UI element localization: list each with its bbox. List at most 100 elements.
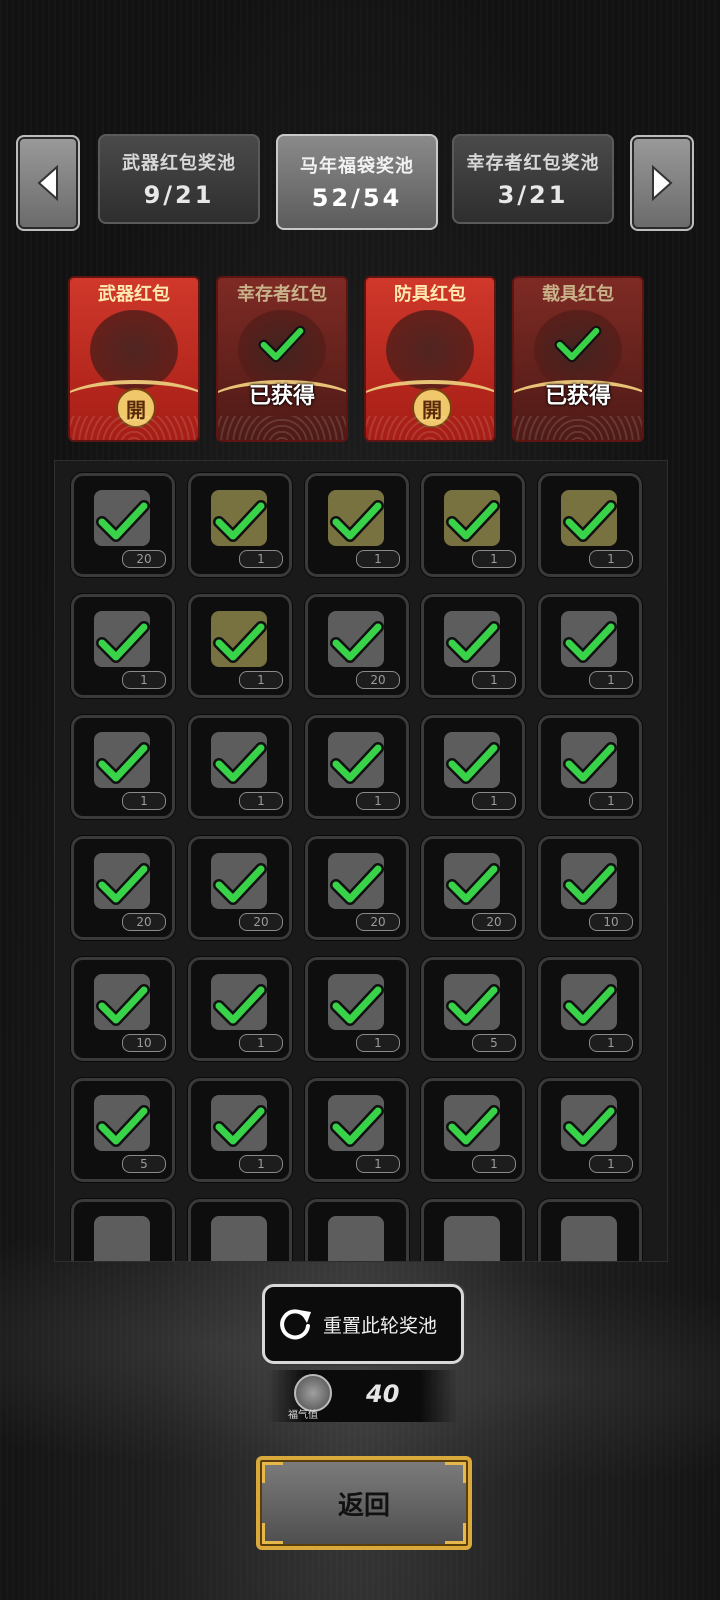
check-icon [213, 1105, 267, 1147]
item-quantity: 20 [356, 671, 400, 689]
reward-cell[interactable]: 20 [305, 594, 409, 698]
check-icon [330, 984, 384, 1026]
check-icon [330, 621, 384, 663]
prev-arrow-button[interactable] [16, 135, 80, 231]
reward-cell[interactable]: 1 [188, 473, 292, 577]
item-quantity: 1 [356, 792, 400, 810]
reward-cell[interactable]: 1 [188, 594, 292, 698]
check-icon [258, 325, 306, 363]
reward-cell[interactable] [305, 1199, 409, 1261]
item-quantity: 1 [589, 792, 633, 810]
item-quantity: 1 [472, 550, 516, 568]
reward-cell[interactable] [538, 1199, 642, 1261]
tab-horse-year-pool[interactable]: 马年福袋奖池 52/54 [276, 134, 438, 230]
check-icon [563, 1105, 617, 1147]
reward-cell[interactable]: 1 [305, 1078, 409, 1182]
reward-cell[interactable]: 20 [421, 836, 525, 940]
reward-cell[interactable]: 20 [71, 836, 175, 940]
reward-cell[interactable]: 20 [71, 473, 175, 577]
packet-armor[interactable]: 防具红包 開 [364, 276, 496, 442]
reward-grid[interactable]: 20 1 1 1 1 1 1 20 1 1 1 1 1 1 1 20 20 20 20 10 10 1 1 5 1 5 1 1 1 1 [54, 460, 668, 1262]
item-quantity: 20 [472, 913, 516, 931]
reward-cell[interactable]: 20 [188, 836, 292, 940]
reward-cell[interactable]: 10 [71, 957, 175, 1061]
item-quantity: 1 [239, 550, 283, 568]
check-icon [213, 984, 267, 1026]
reward-cell[interactable]: 1 [305, 715, 409, 819]
check-icon [330, 863, 384, 905]
check-icon [96, 742, 150, 784]
reward-cell[interactable]: 1 [71, 715, 175, 819]
item-quantity: 1 [589, 1155, 633, 1173]
item-quantity: 1 [589, 1034, 633, 1052]
check-icon [213, 742, 267, 784]
packet-pattern [514, 416, 642, 440]
check-icon [96, 621, 150, 663]
reward-cell[interactable] [188, 1199, 292, 1261]
reward-cell[interactable]: 1 [421, 715, 525, 819]
reward-cell[interactable]: 5 [421, 957, 525, 1061]
reward-cell[interactable]: 1 [188, 715, 292, 819]
item-quantity: 1 [472, 792, 516, 810]
reward-cell[interactable] [71, 1199, 175, 1261]
check-icon [554, 325, 602, 363]
chevron-left-icon [37, 164, 58, 202]
reset-pool-label: 重置此轮奖池 [323, 1314, 438, 1337]
item-quantity: 5 [122, 1155, 166, 1173]
reward-cell[interactable]: 1 [538, 1078, 642, 1182]
reward-cell[interactable]: 1 [538, 957, 642, 1061]
corner-ornament [445, 1462, 466, 1483]
reward-cell[interactable]: 10 [538, 836, 642, 940]
tab-survivor-pool[interactable]: 幸存者红包奖池 3/21 [452, 134, 614, 224]
reward-cell[interactable]: 1 [538, 594, 642, 698]
item-quantity: 20 [122, 550, 166, 568]
item-quantity: 1 [472, 1155, 516, 1173]
check-icon [96, 984, 150, 1026]
check-icon [446, 500, 500, 542]
item-icon [94, 1216, 150, 1261]
reward-cell[interactable] [421, 1199, 525, 1261]
item-quantity: 1 [472, 671, 516, 689]
refresh-icon [280, 1309, 311, 1340]
item-icon [211, 1216, 267, 1261]
item-quantity: 10 [589, 913, 633, 931]
item-quantity: 1 [589, 550, 633, 568]
reward-cell[interactable]: 20 [305, 836, 409, 940]
packet-pattern [366, 416, 494, 440]
check-icon [213, 500, 267, 542]
reward-cell[interactable]: 1 [538, 715, 642, 819]
item-icon [561, 1216, 617, 1261]
check-icon [96, 863, 150, 905]
packet-art [90, 310, 178, 390]
reward-cell[interactable]: 1 [188, 1078, 292, 1182]
packet-vehicle: 载具红包 已获得 [512, 276, 644, 442]
reward-cell[interactable]: 1 [305, 473, 409, 577]
reward-cell[interactable]: 1 [421, 594, 525, 698]
reward-cell[interactable]: 1 [538, 473, 642, 577]
check-icon [446, 1105, 500, 1147]
reward-cell[interactable]: 1 [421, 1078, 525, 1182]
next-arrow-button[interactable] [630, 135, 694, 231]
reward-cell[interactable]: 1 [305, 957, 409, 1061]
check-icon [563, 500, 617, 542]
packet-weapon[interactable]: 武器红包 開 [68, 276, 200, 442]
check-icon [446, 984, 500, 1026]
item-quantity: 10 [122, 1034, 166, 1052]
reward-cell[interactable]: 1 [421, 473, 525, 577]
item-quantity: 1 [239, 1034, 283, 1052]
item-quantity: 1 [122, 671, 166, 689]
tab-weapon-pool[interactable]: 武器红包奖池 9/21 [98, 134, 260, 224]
reward-cell[interactable]: 1 [71, 594, 175, 698]
packet-pattern [218, 416, 346, 440]
packet-title: 武器红包 [98, 284, 170, 305]
reward-cell[interactable]: 1 [188, 957, 292, 1061]
corner-ornament [262, 1462, 283, 1483]
reset-pool-button[interactable]: 重置此轮奖池 [262, 1284, 464, 1364]
obtained-text: 已获得 [544, 384, 611, 409]
check-icon [96, 500, 150, 542]
reward-cell[interactable]: 5 [71, 1078, 175, 1182]
check-icon [446, 742, 500, 784]
back-label: 返回 [337, 1490, 390, 1521]
tab-label: 马年福袋奖池 [300, 156, 414, 177]
back-button[interactable]: 返回 [256, 1456, 472, 1550]
